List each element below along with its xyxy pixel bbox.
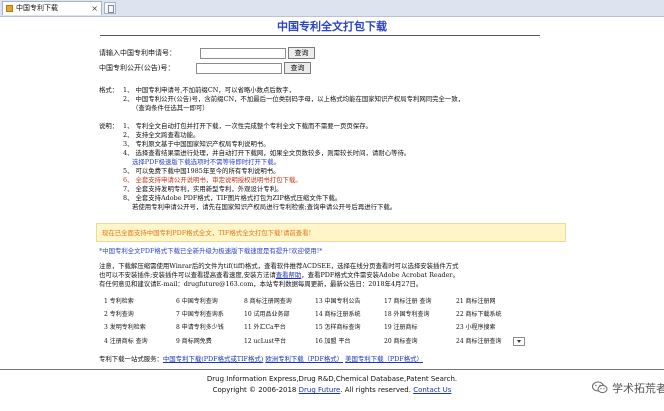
directory-link[interactable]: 1 专利检索 xyxy=(104,296,134,305)
application-number-label: 请输入中国专利申请号： xyxy=(99,49,176,57)
wechat-icon xyxy=(592,381,608,394)
directory-link[interactable]: 24 商标注册查询 xyxy=(456,336,502,345)
directory-link[interactable]: 12 ucLust平台 xyxy=(244,336,286,345)
new-tab-button[interactable] xyxy=(104,2,116,14)
directory-link[interactable]: 19 注册商标 xyxy=(384,322,418,331)
directory-link[interactable]: 23 小程序搜索 xyxy=(456,322,496,331)
ep-patent-download-link[interactable]: 欧洲专利下载（PDF格式） xyxy=(265,355,343,363)
directory-link[interactable]: 10 试用品业务部 xyxy=(244,309,290,318)
note-line-6: 6、 全套支持申请公开说明书，审定说明授权说明书打包下载。 xyxy=(123,176,302,184)
format-line-3: （查询条件任选其一即可） xyxy=(132,104,209,112)
instruction-line-3: 有任何意见和建议请E-mail：drugfuture@163.com，本站专利数… xyxy=(99,280,423,288)
note-line-8: 8、 全套支持Adobe PDF格式，TIF图片格式打包为ZIP格式压缩文件下载… xyxy=(123,194,342,202)
directory-link[interactable]: 16 加盟 平台 xyxy=(315,336,350,345)
note-line-4: 4、 选择查看结果需进行处理，并自动打开下载网，如果全文页数较多，则需较长时间，… xyxy=(123,149,411,157)
copyright-text: Copyright © 2006-2018 xyxy=(212,386,297,394)
notes-label: 说明： xyxy=(99,122,119,130)
note-line-7: 7、 全套支持发明专利，实用新型专利，外观设计专利。 xyxy=(123,185,283,193)
instruction-line-2b: ，查看PDF格式文件需安装Adobe Acrobat Reader。 xyxy=(301,271,459,279)
directory-link[interactable]: 22 商标下载系统 xyxy=(456,309,502,318)
directory-link[interactable]: 20 商标查询 xyxy=(384,336,418,345)
directory-link[interactable]: 21 商标注册网 xyxy=(456,296,496,305)
note-line-4b: 选择PDF极速版下载选项时不需等待即时打开下载。 xyxy=(132,158,281,166)
title-divider xyxy=(100,35,540,36)
tab-title: 中国专利下载 xyxy=(16,4,58,12)
footer-line-1: Drug Information Express,Drug R&D,Chemic… xyxy=(206,375,458,383)
rights-text: . All rights reserved. xyxy=(340,386,411,394)
watermark: 学术拓荒者 xyxy=(592,380,664,396)
pdf-format-note: *中国专利全文PDF格式下载已全新升级为极速版下载速度是有提升!欢迎使用!* xyxy=(99,247,323,255)
note-line-3: 3、 专利原文基于中国国家知识产权局专利说明书。 xyxy=(123,140,270,148)
browser-tab-bar: 中国专利下载 × xyxy=(0,0,664,17)
cn-patent-download-link[interactable]: 中国专利下载(PDF格式或TIF格式) xyxy=(163,355,263,363)
footer-line-2: Copyright © 2006-2018 Drug Future. All r… xyxy=(0,386,664,394)
directory-link[interactable]: 8 申请专利多少钱 xyxy=(176,322,224,331)
directory-link[interactable]: 18 外国专利查询 xyxy=(384,309,430,318)
directory-link[interactable]: 7 中国专利查询系 xyxy=(176,309,224,318)
format-line-2: 2、 中国专利公开(公告)号，含前缀CN，不加最后一位类别码字母，以上格式均能在… xyxy=(123,95,465,103)
application-number-input[interactable] xyxy=(200,48,286,59)
instruction-line-2: 也可以不安装插件;安装插件可以查看提高查看速度,安装方法请查看帮助，查看PDF格… xyxy=(99,271,459,279)
close-tab-icon[interactable]: × xyxy=(91,2,98,15)
page-favicon-icon xyxy=(6,5,13,12)
directory-link[interactable]: 6 中国专利查询 xyxy=(176,296,218,305)
one-stop-line: 专利下载一站式服务：中国专利下载(PDF格式或TIF格式) 欧洲专利下载（PDF… xyxy=(99,355,423,363)
footer-divider xyxy=(0,369,664,370)
note-line-5: 5、 可以免费下载中国1985年至今的所有专利说明书。 xyxy=(123,167,280,175)
publication-number-input[interactable] xyxy=(196,63,282,74)
one-stop-label: 专利下载一站式服务： xyxy=(99,355,163,363)
directory-link[interactable]: 11 外汇Ca平台 xyxy=(244,322,286,331)
directory-link[interactable]: 13 中国专利公告 xyxy=(315,296,361,305)
instruction-line-1: 注意，下载解压缩需使用Winrar后的文件为tif(tiff)格式，查看软件推荐… xyxy=(99,262,459,270)
contact-us-link[interactable]: Contact Us xyxy=(413,386,451,394)
instruction-line-2a: 也可以不安装插件;安装插件可以查看提高查看速度,安装方法请 xyxy=(99,271,276,279)
browser-tab[interactable]: 中国专利下载 × xyxy=(2,1,102,15)
format-line-1: 1、 中国专利申请号,不加前缀CN，可以省略小数点后数字， xyxy=(123,86,295,94)
directory-link[interactable]: 3 发明专利检索 xyxy=(104,322,146,331)
directory-link[interactable]: 17 商标注册 查询 xyxy=(384,296,431,305)
us-patent-download-link[interactable]: 美国专利下载（PDF格式） xyxy=(345,355,423,363)
directory-link[interactable]: 4 注册商标 查询 xyxy=(104,336,148,345)
directory-link[interactable]: 2 专利查询 xyxy=(104,309,134,318)
format-label: 格式： xyxy=(99,86,119,94)
view-help-link[interactable]: 查看帮助 xyxy=(276,271,302,279)
publication-search-button[interactable]: 查询 xyxy=(284,62,311,74)
directory-link[interactable]: 8 商标注册网查询 xyxy=(244,296,292,305)
drug-future-link[interactable]: Drug Future xyxy=(299,386,341,394)
directory-link[interactable]: 14 商标注册系统 xyxy=(315,309,361,318)
application-search-button[interactable]: 查询 xyxy=(288,47,315,59)
page-title: 中国专利全文打包下载 xyxy=(277,20,387,33)
note-line-9: 若使用专利申请公开号，请先在国家知识产权局进行专利检索;查询申请公开号后再进行下… xyxy=(132,203,397,211)
note-line-1: 1、 专利全文自动打包并打开下载，一次性完成整个专利全文下载而不需要一页页保存。 xyxy=(123,122,372,130)
directory-link[interactable]: 9 商标网免费 xyxy=(176,336,212,345)
watermark-text: 学术拓荒者 xyxy=(612,382,664,395)
directory-dropdown[interactable] xyxy=(513,337,525,346)
directory-link[interactable]: 15 怎样商标查询 xyxy=(315,322,361,331)
notice-text: 现在已全面支持中国专利PDF格式全文，TIF格式全文打包下载!请前查看! xyxy=(102,229,312,237)
publication-number-label: 中国专利公开(公告)号： xyxy=(99,64,175,72)
note-line-2: 2、 支持全文跨查看功能。 xyxy=(123,131,200,139)
